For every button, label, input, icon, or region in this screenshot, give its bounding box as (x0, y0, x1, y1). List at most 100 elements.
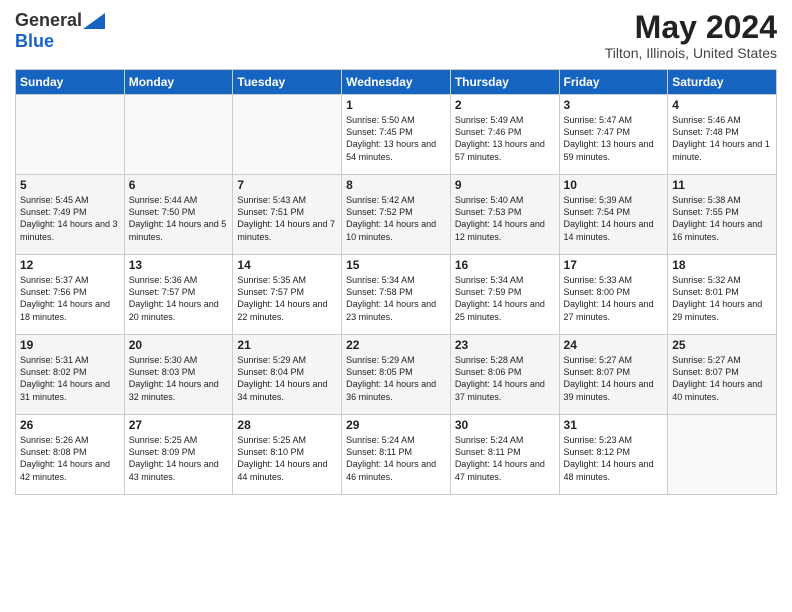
day-info: Sunrise: 5:32 AMSunset: 8:01 PMDaylight:… (672, 274, 772, 323)
logo-icon (83, 13, 105, 29)
day-info: Sunrise: 5:40 AMSunset: 7:53 PMDaylight:… (455, 194, 555, 243)
day-info: Sunrise: 5:24 AMSunset: 8:11 PMDaylight:… (346, 434, 446, 483)
day-info: Sunrise: 5:47 AMSunset: 7:47 PMDaylight:… (564, 114, 664, 163)
logo-general: General (15, 10, 82, 30)
calendar-week-row: 1Sunrise: 5:50 AMSunset: 7:45 PMDaylight… (16, 95, 777, 175)
day-info: Sunrise: 5:33 AMSunset: 8:00 PMDaylight:… (564, 274, 664, 323)
day-info: Sunrise: 5:24 AMSunset: 8:11 PMDaylight:… (455, 434, 555, 483)
table-row: 21 Sunrise: 5:29 AMSunset: 8:04 PMDayligh… (233, 335, 342, 415)
day-info: Sunrise: 5:50 AMSunset: 7:45 PMDaylight:… (346, 114, 446, 163)
day-number: 25 (672, 338, 772, 352)
table-row: 2 Sunrise: 5:49 AMSunset: 7:46 PMDaylight… (450, 95, 559, 175)
calendar-week-row: 19Sunrise: 5:31 AMSunset: 8:02 PMDayligh… (16, 335, 777, 415)
page: General Blue May 2024 Tilton, Illinois, … (0, 0, 792, 612)
day-info: Sunrise: 5:25 AMSunset: 8:09 PMDaylight:… (129, 434, 229, 483)
col-wednesday: Wednesday (342, 70, 451, 95)
table-row: 3Sunrise: 5:47 AMSunset: 7:47 PMDaylight… (559, 95, 668, 175)
day-number: 11 (672, 178, 772, 192)
day-number: 12 (20, 258, 120, 272)
calendar-week-row: 12 Sunrise: 5:37 AMSunset: 7:56 PMDayligh… (16, 255, 777, 335)
table-row: 19Sunrise: 5:31 AMSunset: 8:02 PMDayligh… (16, 335, 125, 415)
month-year: May 2024 (605, 10, 777, 45)
day-info: Sunrise: 5:34 AMSunset: 7:59 PMDaylight:… (455, 274, 555, 323)
table-row: 11 Sunrise: 5:38 AMSunset: 7:55 PMDayligh… (668, 175, 777, 255)
header: General Blue May 2024 Tilton, Illinois, … (15, 10, 777, 61)
table-row: 23 Sunrise: 5:28 AMSunset: 8:06 PMDayligh… (450, 335, 559, 415)
day-info: Sunrise: 5:29 AMSunset: 8:04 PMDaylight:… (237, 354, 337, 403)
table-row: 5 Sunrise: 5:45 AMSunset: 7:49 PMDaylight… (16, 175, 125, 255)
day-number: 28 (237, 418, 337, 432)
table-row: 15Sunrise: 5:34 AMSunset: 7:58 PMDayligh… (342, 255, 451, 335)
day-info: Sunrise: 5:49 AMSunset: 7:46 PMDaylight:… (455, 114, 555, 163)
day-number: 24 (564, 338, 664, 352)
logo-blue: Blue (15, 31, 54, 51)
logo-text: General Blue (15, 10, 106, 52)
day-info: Sunrise: 5:29 AMSunset: 8:05 PMDaylight:… (346, 354, 446, 403)
day-number: 27 (129, 418, 229, 432)
calendar-week-row: 26 Sunrise: 5:26 AMSunset: 8:08 PMDayligh… (16, 415, 777, 495)
day-number: 17 (564, 258, 664, 272)
day-info: Sunrise: 5:27 AMSunset: 8:07 PMDaylight:… (564, 354, 664, 403)
table-row: 18 Sunrise: 5:32 AMSunset: 8:01 PMDayligh… (668, 255, 777, 335)
day-number: 2 (455, 98, 555, 112)
day-info: Sunrise: 5:42 AMSunset: 7:52 PMDaylight:… (346, 194, 446, 243)
table-row: 7Sunrise: 5:43 AMSunset: 7:51 PMDaylight… (233, 175, 342, 255)
day-info: Sunrise: 5:27 AMSunset: 8:07 PMDaylight:… (672, 354, 772, 403)
day-number: 19 (20, 338, 120, 352)
day-number: 21 (237, 338, 337, 352)
day-number: 30 (455, 418, 555, 432)
day-info: Sunrise: 5:43 AMSunset: 7:51 PMDaylight:… (237, 194, 337, 243)
day-number: 22 (346, 338, 446, 352)
day-number: 26 (20, 418, 120, 432)
day-info: Sunrise: 5:25 AMSunset: 8:10 PMDaylight:… (237, 434, 337, 483)
table-row (124, 95, 233, 175)
day-number: 20 (129, 338, 229, 352)
day-info: Sunrise: 5:23 AMSunset: 8:12 PMDaylight:… (564, 434, 664, 483)
col-tuesday: Tuesday (233, 70, 342, 95)
table-row: 14 Sunrise: 5:35 AMSunset: 7:57 PMDayligh… (233, 255, 342, 335)
day-info: Sunrise: 5:45 AMSunset: 7:49 PMDaylight:… (20, 194, 120, 243)
table-row: 31 Sunrise: 5:23 AMSunset: 8:12 PMDayligh… (559, 415, 668, 495)
col-sunday: Sunday (16, 70, 125, 95)
table-row: 26 Sunrise: 5:26 AMSunset: 8:08 PMDayligh… (16, 415, 125, 495)
day-number: 31 (564, 418, 664, 432)
col-friday: Friday (559, 70, 668, 95)
table-row (16, 95, 125, 175)
day-info: Sunrise: 5:38 AMSunset: 7:55 PMDaylight:… (672, 194, 772, 243)
day-info: Sunrise: 5:28 AMSunset: 8:06 PMDaylight:… (455, 354, 555, 403)
day-info: Sunrise: 5:26 AMSunset: 8:08 PMDaylight:… (20, 434, 120, 483)
col-thursday: Thursday (450, 70, 559, 95)
col-saturday: Saturday (668, 70, 777, 95)
calendar-week-row: 5 Sunrise: 5:45 AMSunset: 7:49 PMDaylight… (16, 175, 777, 255)
day-number: 5 (20, 178, 120, 192)
table-row: 8Sunrise: 5:42 AMSunset: 7:52 PMDaylight… (342, 175, 451, 255)
logo: General Blue (15, 10, 106, 52)
table-row: 22 Sunrise: 5:29 AMSunset: 8:05 PMDayligh… (342, 335, 451, 415)
day-info: Sunrise: 5:36 AMSunset: 7:57 PMDaylight:… (129, 274, 229, 323)
table-row: 6 Sunrise: 5:44 AMSunset: 7:50 PMDaylight… (124, 175, 233, 255)
day-info: Sunrise: 5:37 AMSunset: 7:56 PMDaylight:… (20, 274, 120, 323)
day-info: Sunrise: 5:44 AMSunset: 7:50 PMDaylight:… (129, 194, 229, 243)
table-row: 20Sunrise: 5:30 AMSunset: 8:03 PMDayligh… (124, 335, 233, 415)
day-info: Sunrise: 5:35 AMSunset: 7:57 PMDaylight:… (237, 274, 337, 323)
day-number: 14 (237, 258, 337, 272)
table-row: 10Sunrise: 5:39 AMSunset: 7:54 PMDayligh… (559, 175, 668, 255)
table-row: 25 Sunrise: 5:27 AMSunset: 8:07 PMDayligh… (668, 335, 777, 415)
day-number: 4 (672, 98, 772, 112)
day-number: 15 (346, 258, 446, 272)
day-number: 13 (129, 258, 229, 272)
day-number: 10 (564, 178, 664, 192)
day-number: 23 (455, 338, 555, 352)
table-row: 29Sunrise: 5:24 AMSunset: 8:11 PMDayligh… (342, 415, 451, 495)
col-monday: Monday (124, 70, 233, 95)
table-row (668, 415, 777, 495)
location: Tilton, Illinois, United States (605, 45, 777, 61)
title-area: May 2024 Tilton, Illinois, United States (605, 10, 777, 61)
table-row: 1Sunrise: 5:50 AMSunset: 7:45 PMDaylight… (342, 95, 451, 175)
table-row: 13 Sunrise: 5:36 AMSunset: 7:57 PMDayligh… (124, 255, 233, 335)
day-number: 18 (672, 258, 772, 272)
day-number: 6 (129, 178, 229, 192)
table-row: 9Sunrise: 5:40 AMSunset: 7:53 PMDaylight… (450, 175, 559, 255)
table-row: 17 Sunrise: 5:33 AMSunset: 8:00 PMDayligh… (559, 255, 668, 335)
table-row (233, 95, 342, 175)
